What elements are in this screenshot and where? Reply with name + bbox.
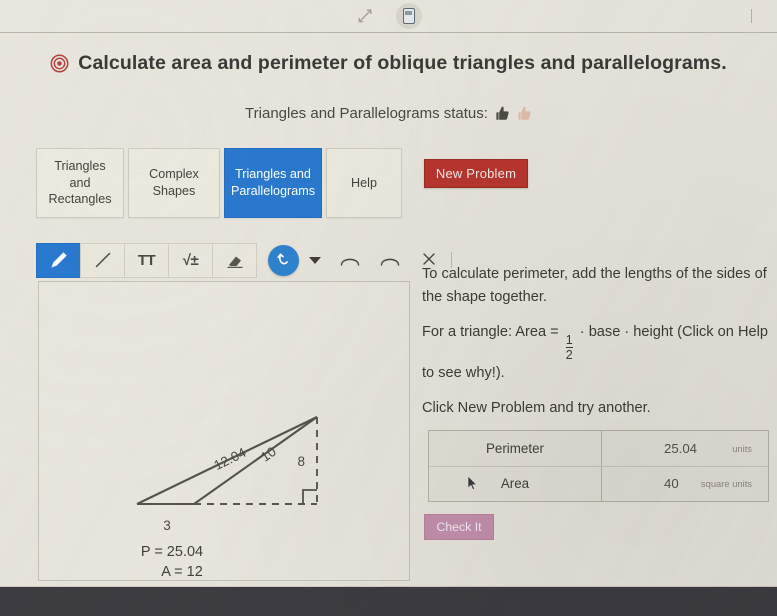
new-problem-button[interactable]: New Problem	[424, 159, 528, 188]
area-unit: square units	[700, 478, 752, 490]
top-bar	[0, 0, 777, 33]
page-title: Calculate area and perimeter of oblique …	[78, 52, 727, 74]
arc-tool-button-1[interactable]	[339, 253, 361, 267]
row-label-perimeter: Perimeter	[429, 431, 602, 466]
tab-triangles-and-rectangles[interactable]: Triangles and Rectangles	[36, 148, 124, 218]
area-value: 40	[664, 476, 679, 492]
instruction-new-problem: Click New Problem and try another.	[422, 400, 651, 417]
drawing-toolbar: TT √±	[36, 242, 452, 278]
check-it-button[interactable]: Check It	[424, 514, 494, 540]
bottom-bar	[0, 586, 777, 616]
undo-curve-icon	[276, 253, 288, 265]
perimeter-value: 25.04	[664, 440, 698, 456]
answer-table: Perimeter 25.04 units Area 40 square uni…	[428, 430, 769, 502]
mouse-pointer-icon	[467, 474, 478, 491]
square-root-tool-button[interactable]: √±	[168, 242, 213, 278]
pencil-icon	[50, 252, 67, 268]
arc-icon	[340, 258, 360, 266]
line-tool-button[interactable]	[80, 242, 125, 278]
triangle-figure: 12.04 10 8 3 P = 25.04 A = 12	[136, 416, 318, 580]
tab-bar: Triangles and Rectangles Complex Shapes …	[36, 148, 406, 218]
topbar-divider	[751, 9, 752, 23]
eraser-tool-button[interactable]	[212, 242, 257, 278]
row-value-cell-perimeter[interactable]: 25.04 units	[602, 431, 768, 466]
fraction-numerator: 1	[565, 332, 573, 347]
thumbs-up-outline-icon	[517, 105, 532, 122]
table-row: Area 40 square units	[429, 466, 768, 502]
label-area-result: A = 12	[161, 564, 203, 580]
label-perimeter-result: P = 25.04	[141, 544, 203, 560]
instructions-panel: To calculate perimeter, add the lengths …	[422, 263, 777, 433]
app-window: Calculate area and perimeter of oblique …	[0, 0, 777, 616]
tab-complex-shapes[interactable]: Complex Shapes	[128, 148, 220, 218]
label-base: 3	[163, 518, 171, 533]
fraction-denominator: 2	[565, 347, 573, 363]
square-root-icon: √±	[182, 251, 199, 269]
tab-help[interactable]: Help	[326, 148, 402, 218]
arc-tool-button-2[interactable]	[379, 253, 401, 267]
instruction-area-prefix: For a triangle: Area =	[422, 324, 559, 341]
text-tool-icon: TT	[137, 251, 156, 269]
row-value-cell-area[interactable]: 40 square units	[602, 467, 768, 502]
page-title-row: Calculate area and perimeter of oblique …	[0, 52, 777, 75]
undo-button[interactable]	[268, 244, 299, 276]
expand-arrows-icon[interactable]	[356, 7, 374, 25]
one-half-fraction: 1 2	[565, 332, 573, 363]
perimeter-unit: units	[732, 442, 752, 454]
calculator-icon[interactable]	[395, 3, 422, 29]
label-height: 8	[297, 454, 305, 469]
line-icon	[95, 252, 110, 268]
row-label-area-text: Area	[500, 476, 530, 492]
status-label: Triangles and Parallelograms status:	[245, 105, 488, 122]
tab-triangles-and-parallelograms[interactable]: Triangles and Parallelograms	[224, 148, 322, 218]
thumbs-up-filled-icon	[495, 105, 510, 122]
text-tool-button[interactable]: TT	[124, 242, 169, 278]
eraser-icon	[226, 256, 243, 269]
row-label-area: Area	[429, 466, 602, 501]
instruction-perimeter: To calculate perimeter, add the lengths …	[422, 266, 767, 305]
table-row: Perimeter 25.04 units	[429, 431, 768, 467]
target-icon	[50, 54, 69, 73]
status-row: Triangles and Parallelograms status:	[0, 105, 777, 122]
pencil-tool-button[interactable]	[36, 242, 81, 278]
instruction-area: For a triangle: Area = 1 2 · base · heig…	[422, 321, 777, 384]
arc-icon	[380, 258, 400, 266]
chevron-down-icon[interactable]	[309, 256, 321, 264]
drawing-canvas[interactable]: 12.04 10 8 3 P = 25.04 A = 12	[38, 281, 410, 581]
